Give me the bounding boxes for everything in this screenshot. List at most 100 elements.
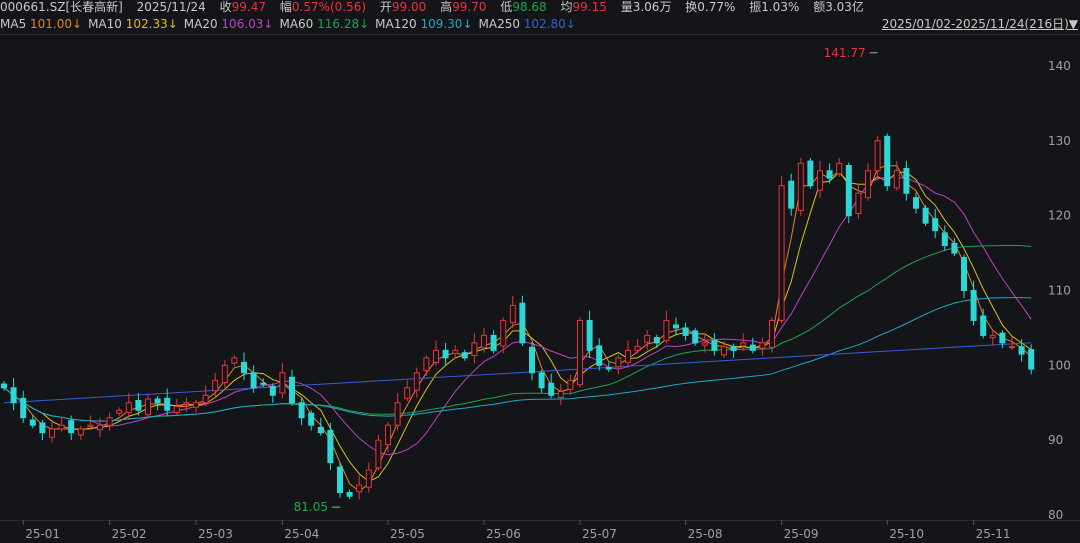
candle-body bbox=[212, 379, 219, 392]
candle-body bbox=[58, 424, 65, 430]
candle-body bbox=[490, 334, 497, 351]
annotation-label: 81.05 bbox=[294, 500, 328, 514]
candle-body bbox=[231, 357, 238, 364]
candle-body bbox=[778, 185, 785, 321]
candle-body bbox=[125, 402, 132, 413]
candle-body bbox=[903, 168, 910, 194]
candle-body bbox=[135, 400, 142, 411]
candle-body bbox=[692, 330, 699, 344]
candle-body bbox=[317, 426, 324, 434]
candle-body bbox=[596, 345, 603, 366]
ma-line-ma60 bbox=[3, 244, 1032, 422]
candle-body bbox=[865, 170, 871, 199]
x-tick-label: 25-08 bbox=[688, 527, 723, 541]
x-tick-label: 25-03 bbox=[198, 527, 233, 541]
candle-body bbox=[241, 361, 247, 374]
candle-body bbox=[1028, 349, 1035, 370]
candle-body bbox=[442, 349, 449, 359]
candle-body bbox=[481, 334, 487, 348]
candle-body bbox=[961, 257, 967, 291]
candle-body bbox=[20, 397, 27, 419]
candle-body bbox=[893, 170, 900, 189]
candle-body bbox=[615, 357, 622, 368]
candle-body bbox=[356, 484, 363, 493]
x-tick-label: 25-06 bbox=[486, 527, 521, 541]
candle-body bbox=[797, 162, 804, 211]
candle-body bbox=[327, 429, 334, 464]
candle-body bbox=[404, 387, 411, 399]
candle-body bbox=[999, 332, 1006, 344]
y-tick-label: 120 bbox=[1048, 209, 1071, 223]
ma-line-ma20 bbox=[3, 176, 1032, 456]
candle-body bbox=[730, 346, 737, 351]
candle-body bbox=[817, 170, 823, 191]
candle-body bbox=[548, 382, 555, 396]
candle-body bbox=[989, 334, 996, 339]
candle-body bbox=[116, 409, 123, 414]
candle-body bbox=[711, 340, 718, 351]
x-tick-label: 25-07 bbox=[582, 527, 617, 541]
candle-body bbox=[193, 402, 199, 408]
candle-body bbox=[29, 419, 36, 426]
y-tick-label: 140 bbox=[1048, 59, 1071, 73]
candle-body bbox=[951, 242, 958, 254]
candle-body bbox=[183, 402, 190, 405]
candle-body bbox=[826, 170, 833, 179]
candle-body bbox=[49, 428, 55, 438]
candle-body bbox=[673, 324, 679, 329]
x-tick-label: 25-09 bbox=[784, 527, 819, 541]
x-tick-label: 25-11 bbox=[976, 527, 1011, 541]
candle-body bbox=[874, 140, 881, 172]
annotation-label: 141.77 bbox=[824, 46, 866, 60]
candle-body bbox=[154, 398, 161, 404]
candle-body bbox=[461, 352, 468, 359]
candle-body bbox=[375, 439, 382, 469]
candle-body bbox=[279, 372, 286, 394]
candle-body bbox=[721, 346, 727, 356]
x-tick-label: 25-10 bbox=[889, 527, 924, 541]
candle-body bbox=[269, 385, 276, 396]
candle-body bbox=[932, 218, 939, 232]
x-tick-label: 25-01 bbox=[25, 527, 60, 541]
candlestick-chart: 80 90 100 110 120 130 140 25-01 25-02 25-03 25-04 2… bbox=[0, 34, 1080, 541]
candle-body bbox=[77, 428, 84, 436]
x-tick-label: 25-05 bbox=[390, 527, 425, 541]
candle-body bbox=[346, 492, 353, 497]
candle-body bbox=[423, 357, 430, 372]
candle-body bbox=[807, 160, 814, 187]
candle-body bbox=[87, 424, 94, 428]
y-tick-label: 110 bbox=[1048, 284, 1071, 298]
candle-body bbox=[836, 162, 843, 175]
candle-body bbox=[173, 405, 180, 413]
candle-body bbox=[385, 424, 391, 446]
ma-line-ma10 bbox=[3, 171, 1032, 482]
candle-body bbox=[365, 469, 372, 488]
candle-body bbox=[980, 315, 987, 336]
candle-body bbox=[97, 424, 103, 431]
candle-body bbox=[941, 232, 948, 247]
candle-body bbox=[586, 319, 593, 351]
candle-body bbox=[1018, 346, 1025, 355]
candle-body bbox=[145, 398, 151, 416]
candle-body bbox=[577, 319, 583, 386]
candle-body bbox=[769, 319, 775, 348]
candle-body bbox=[1, 383, 7, 389]
candle-body bbox=[250, 372, 257, 389]
candle-body bbox=[337, 466, 343, 494]
candle-body bbox=[221, 364, 228, 384]
candle-body bbox=[509, 304, 516, 324]
candle-body bbox=[538, 372, 545, 389]
y-tick-label: 130 bbox=[1048, 134, 1071, 148]
candle-body bbox=[749, 344, 756, 351]
candle-body bbox=[557, 391, 564, 399]
ma-line-ma5 bbox=[3, 165, 1032, 492]
candle-body bbox=[298, 402, 305, 419]
candle-body bbox=[433, 349, 439, 363]
y-tick-label: 80 bbox=[1048, 508, 1063, 522]
candle-body bbox=[1009, 346, 1015, 349]
candle-body bbox=[884, 135, 891, 187]
candle-body bbox=[788, 180, 795, 209]
candle-body bbox=[605, 367, 612, 370]
candle-body bbox=[10, 387, 17, 404]
x-tick-label: 25-04 bbox=[284, 527, 319, 541]
